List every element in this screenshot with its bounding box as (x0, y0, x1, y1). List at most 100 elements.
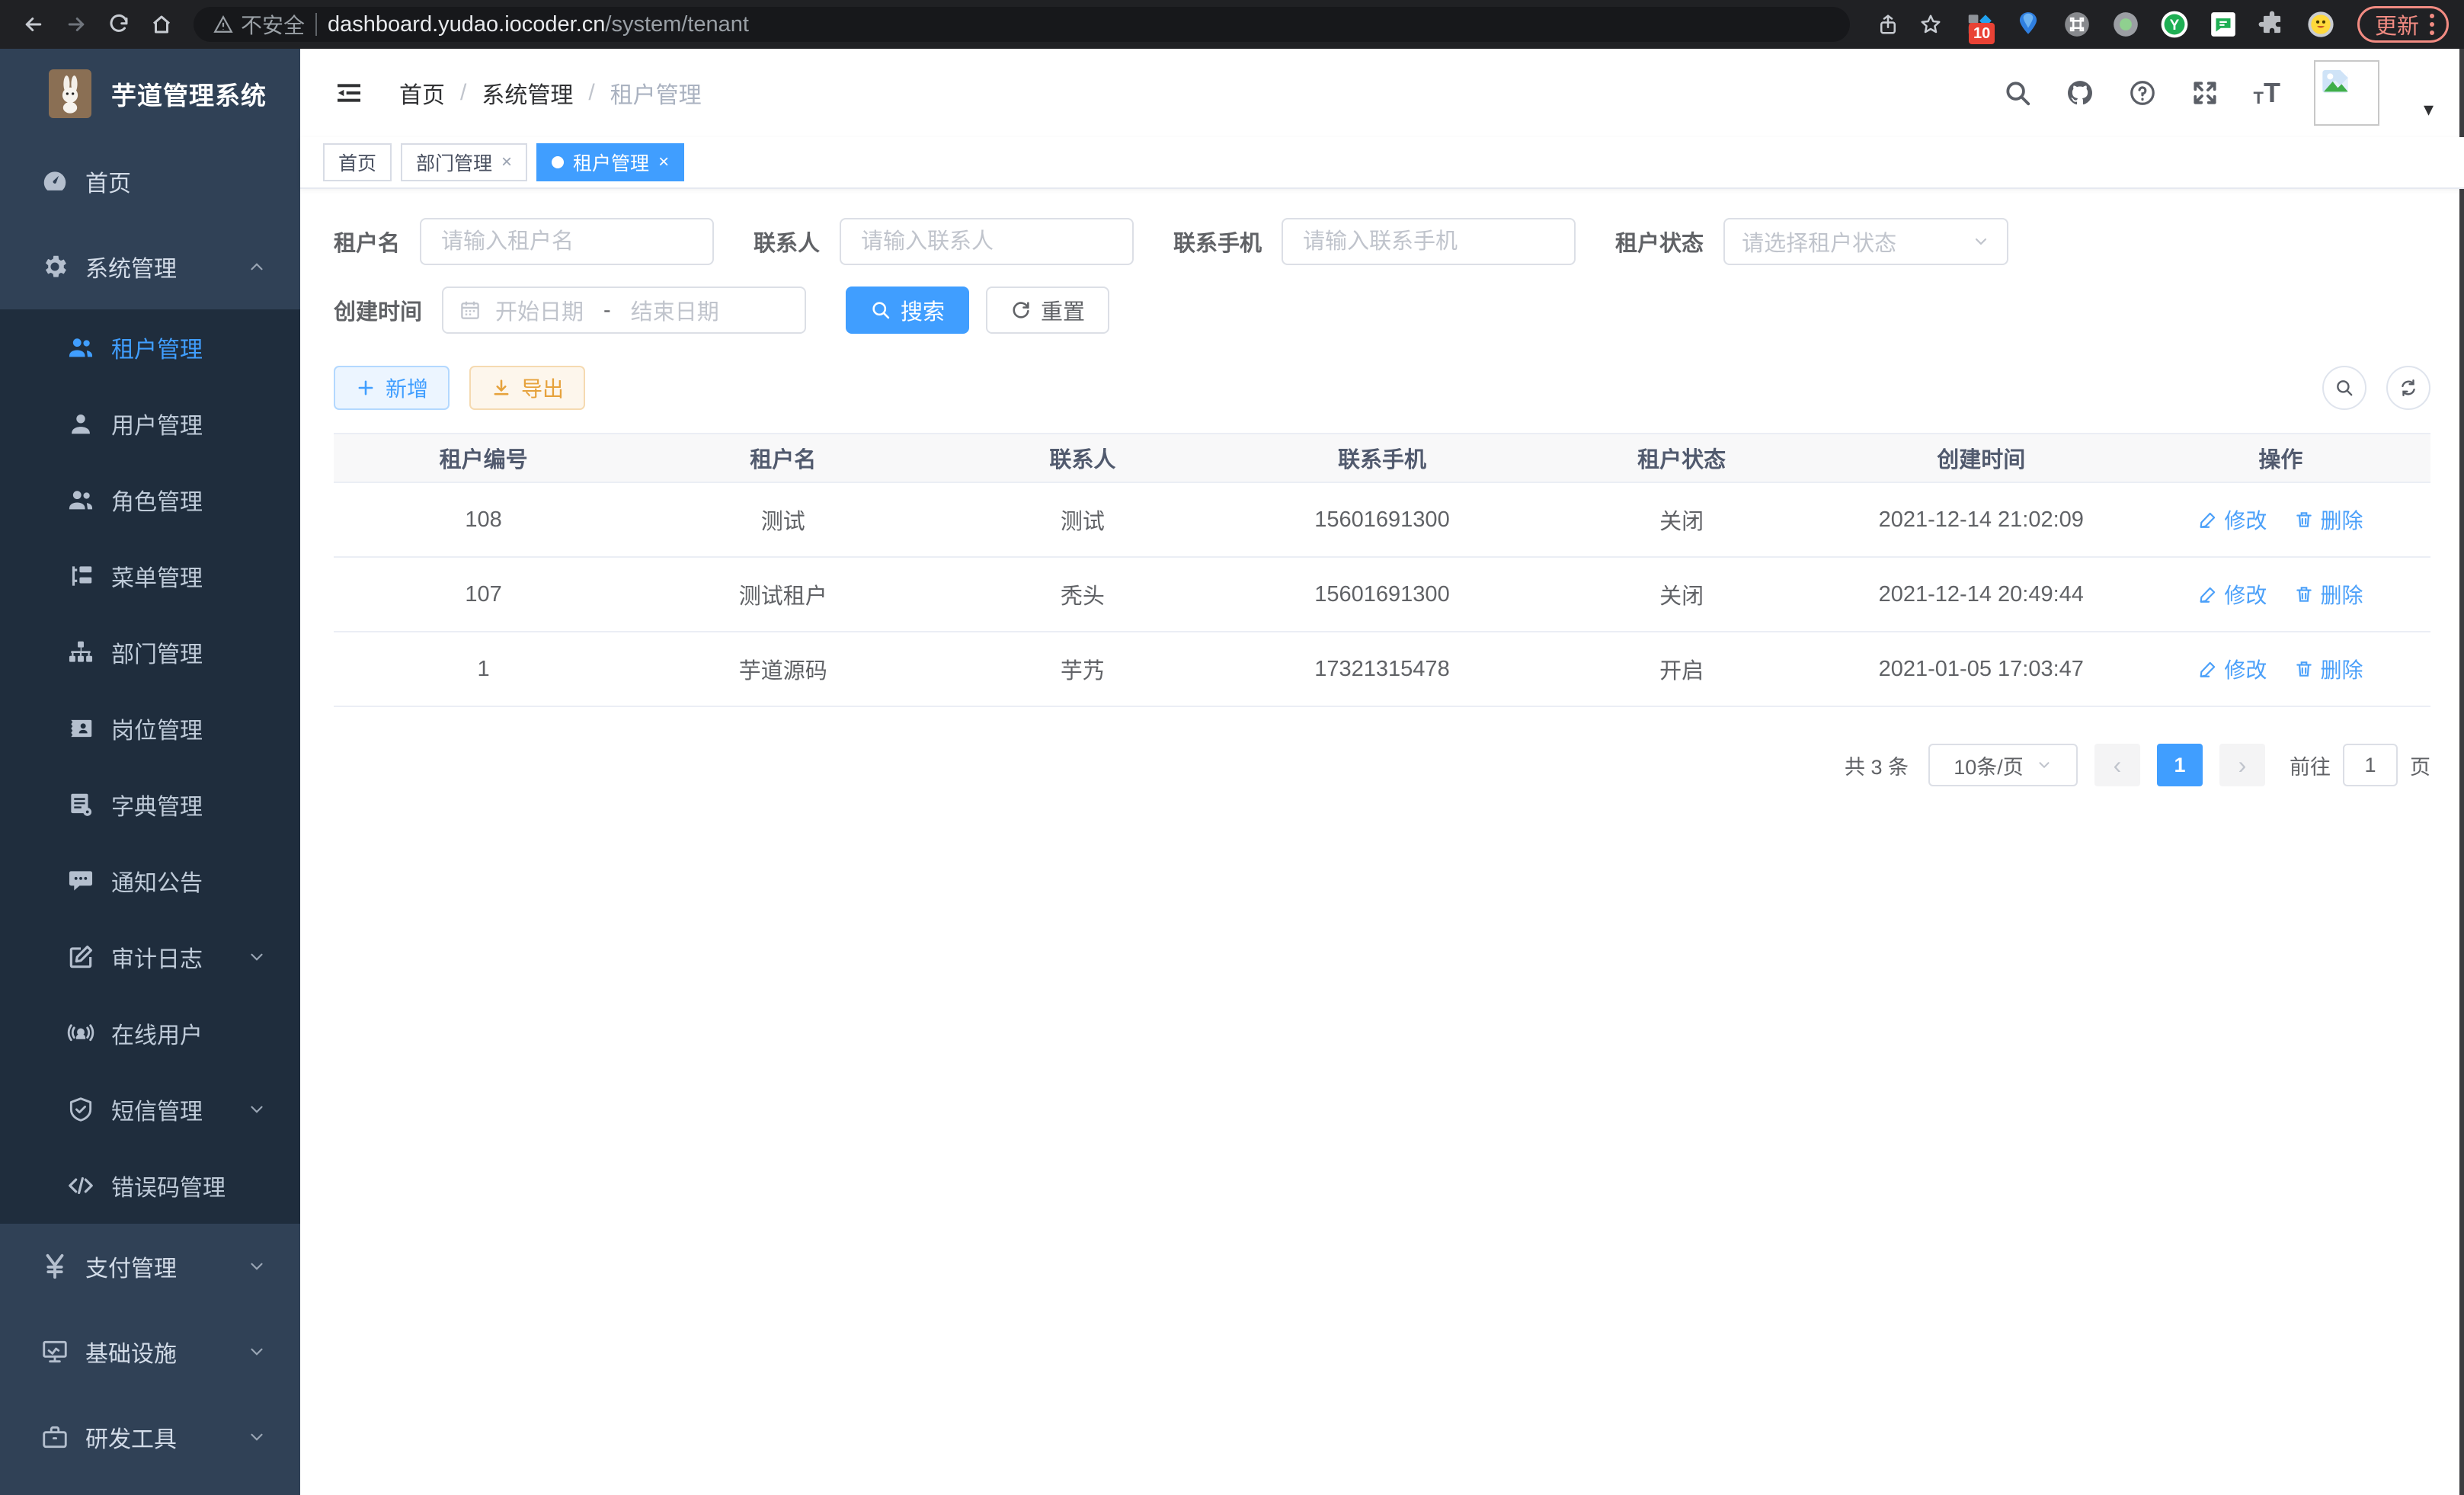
plus-icon (355, 377, 376, 399)
chevron-down-icon (247, 1342, 267, 1362)
sidebar-item-user[interactable]: 用户管理 (0, 386, 300, 462)
reload-icon[interactable] (101, 6, 137, 43)
security-chip[interactable]: 不安全 (213, 9, 305, 40)
avatar[interactable] (2314, 60, 2379, 126)
browser-toolbar: 不安全 dashboard.yudao.iocoder.cn/system/te… (0, 0, 2464, 49)
close-icon[interactable]: × (658, 152, 669, 173)
sidebar-item-online-users[interactable]: 在线用户 (0, 995, 300, 1071)
extensions-puzzle-icon[interactable] (2255, 8, 2289, 41)
sidebar-item-tenant[interactable]: 租户管理 (0, 309, 300, 386)
close-icon[interactable]: × (501, 152, 512, 173)
home-icon[interactable] (143, 6, 180, 43)
tenant-page: 租户名 联系人 联系手机 租户状态 请选择租户状态 (300, 189, 2464, 1495)
extension-dot-icon[interactable] (2109, 8, 2142, 41)
browser-update-button[interactable]: 更新 (2357, 6, 2449, 43)
extension-balloon-icon[interactable] (2011, 8, 2045, 41)
broadcast-icon (64, 1019, 98, 1048)
address-bar[interactable]: 不安全 dashboard.yudao.iocoder.cn/system/te… (194, 7, 1850, 42)
active-tab-dot (552, 156, 564, 168)
next-page-button[interactable]: › (2219, 744, 2265, 786)
edit-link[interactable]: 修改 (2198, 579, 2267, 610)
toggle-search-button[interactable] (2322, 366, 2366, 410)
extension-y-icon[interactable]: Y (2158, 8, 2191, 41)
extension-chat-icon[interactable] (2206, 8, 2240, 41)
share-icon[interactable] (1870, 6, 1906, 43)
refresh-icon (2398, 378, 2418, 398)
org-chart-icon (64, 638, 98, 667)
delete-link[interactable]: 删除 (2294, 579, 2363, 610)
contact-input[interactable] (840, 218, 1134, 265)
url-text: dashboard.yudao.iocoder.cn/system/tenant (328, 12, 749, 37)
github-icon[interactable] (2066, 78, 2094, 107)
mobile-input[interactable] (1282, 218, 1576, 265)
sidebar-item-devtools[interactable]: 研发工具 (0, 1394, 300, 1480)
page-size-select[interactable]: 10条/页 (1928, 744, 2078, 786)
trash-icon (2294, 584, 2314, 604)
prev-page-button[interactable]: ‹ (2094, 744, 2140, 786)
extension-command-icon[interactable] (2060, 8, 2094, 41)
extension-tabs-icon[interactable]: 10 (1963, 8, 1996, 41)
header-actions: TT ▾ (2003, 60, 2434, 126)
col-contact: 联系人 (933, 434, 1232, 482)
sidebar-item-error-code[interactable]: 错误码管理 (0, 1148, 300, 1224)
sidebar-item-notice[interactable]: 通知公告 (0, 843, 300, 919)
delete-link[interactable]: 删除 (2294, 504, 2363, 535)
status-select[interactable]: 请选择租户状态 (1723, 218, 2008, 265)
tenant-table: 租户编号 租户名 联系人 联系手机 租户状态 创建时间 操作 108 测试 (334, 433, 2430, 707)
breadcrumb-separator: / (588, 80, 594, 106)
font-size-icon[interactable]: TT (2253, 79, 2280, 107)
reset-button[interactable]: 重置 (986, 287, 1109, 334)
sidebar-item-pay[interactable]: 支付管理 (0, 1224, 300, 1309)
sidebar-item-dept[interactable]: 部门管理 (0, 614, 300, 690)
sidebar-item-home[interactable]: 首页 (0, 139, 300, 224)
goto-page-input[interactable] (2343, 744, 2398, 786)
filter-buttons: 搜索 重置 (846, 287, 1109, 334)
url-divider (315, 13, 317, 36)
fullscreen-icon[interactable] (2190, 78, 2219, 107)
export-button[interactable]: 导出 (469, 366, 585, 410)
browser-menu-icon[interactable] (2430, 14, 2434, 35)
sidebar-item-post[interactable]: 岗位管理 (0, 690, 300, 767)
logo-image (49, 69, 91, 118)
search-icon[interactable] (2003, 78, 2032, 107)
bookmark-star-icon[interactable] (1912, 6, 1949, 43)
url-host: dashboard.yudao.iocoder.cn (328, 12, 605, 37)
tenant-name-input[interactable] (420, 218, 714, 265)
page-number-1[interactable]: 1 (2157, 744, 2203, 786)
chevron-down-icon (247, 1257, 267, 1276)
tab-home[interactable]: 首页 (323, 143, 392, 181)
sidebar-item-system[interactable]: 系统管理 (0, 224, 300, 309)
edit-link[interactable]: 修改 (2198, 504, 2267, 535)
sidebar-item-dict[interactable]: 字典管理 (0, 767, 300, 843)
sidebar-item-audit-log[interactable]: 审计日志 (0, 919, 300, 995)
message-icon (64, 866, 98, 895)
search-button[interactable]: 搜索 (846, 287, 969, 334)
table-toolbar: 新增 导出 (334, 366, 2430, 410)
forward-icon[interactable] (58, 6, 94, 43)
app-title: 芋道管理系统 (111, 75, 267, 112)
tree-list-icon (64, 562, 98, 591)
help-icon[interactable] (2128, 78, 2157, 107)
breadcrumb-system[interactable]: 系统管理 (482, 76, 573, 110)
sidebar-logo[interactable]: 芋道管理系统 (0, 49, 300, 139)
extension-emoji-icon[interactable] (2304, 8, 2338, 41)
status-label: 租户状态 (1615, 226, 1704, 258)
date-range-picker[interactable]: 开始日期 - 结束日期 (442, 287, 806, 334)
tab-dept[interactable]: 部门管理 × (401, 143, 527, 181)
goto-label: 前往 (2290, 751, 2331, 780)
refresh-table-button[interactable] (2386, 366, 2430, 410)
sidebar-fold-icon[interactable] (331, 75, 367, 111)
avatar-caret-icon[interactable]: ▾ (2424, 98, 2434, 126)
sidebar-item-role[interactable]: 角色管理 (0, 462, 300, 538)
add-button[interactable]: 新增 (334, 366, 450, 410)
edit-link[interactable]: 修改 (2198, 654, 2267, 684)
sidebar-item-infra[interactable]: 基础设施 (0, 1309, 300, 1394)
update-label: 更新 (2375, 8, 2419, 40)
sidebar-item-sms[interactable]: 短信管理 (0, 1071, 300, 1148)
sidebar-item-menu[interactable]: 菜单管理 (0, 538, 300, 614)
breadcrumb-home[interactable]: 首页 (399, 76, 445, 110)
tab-tenant[interactable]: 租户管理 × (536, 143, 684, 181)
delete-link[interactable]: 删除 (2294, 654, 2363, 684)
back-icon[interactable] (15, 6, 52, 43)
toolbox-icon (38, 1423, 72, 1452)
